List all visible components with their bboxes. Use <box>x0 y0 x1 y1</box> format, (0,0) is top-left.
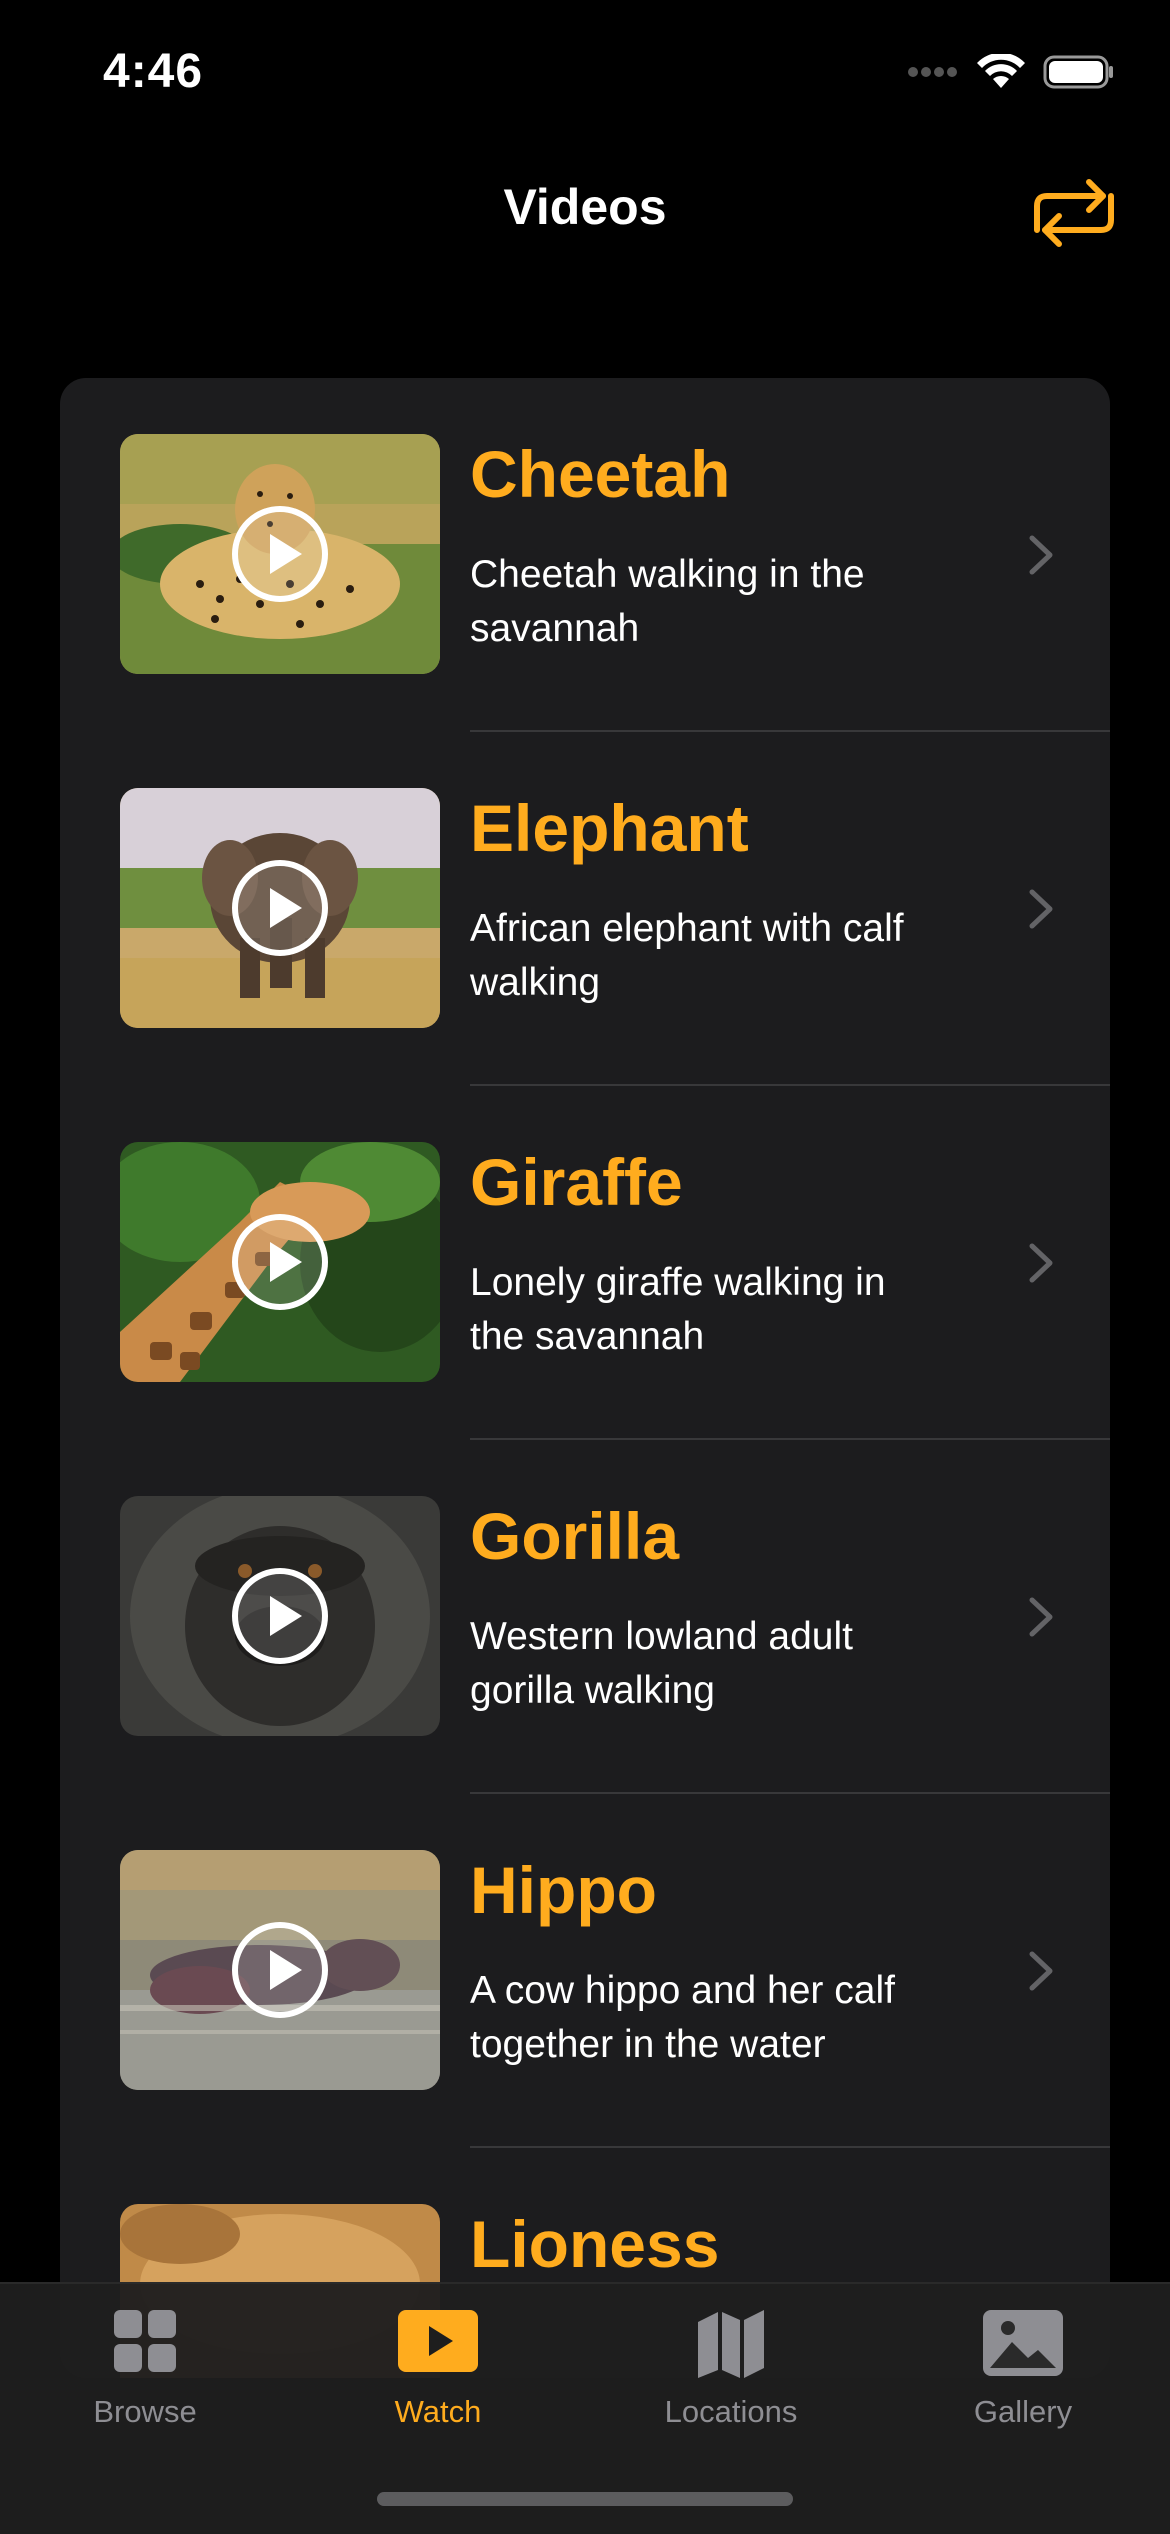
chevron-right-icon <box>1029 889 1053 929</box>
battery-icon <box>1043 55 1113 89</box>
shuffle-icon <box>1034 179 1114 247</box>
video-title: Hippo <box>470 1853 657 1927</box>
play-icon <box>232 1568 328 1664</box>
video-thumbnail <box>120 434 440 674</box>
tab-browse[interactable]: Browse <box>20 2308 270 2458</box>
video-title: Giraffe <box>470 1145 683 1219</box>
chevron-right-icon <box>1029 535 1053 575</box>
video-list: Cheetah Cheetah walking in the savannah <box>60 378 1110 2378</box>
video-description: Western lowland adult gorilla walking <box>470 1615 853 1712</box>
video-title: Elephant <box>470 791 749 865</box>
list-item[interactable]: Cheetah Cheetah walking in the savannah <box>60 378 1110 732</box>
tab-watch[interactable]: Watch <box>313 2308 563 2458</box>
tab-label: Locations <box>664 2394 798 2429</box>
play-rectangle-icon <box>398 2310 478 2372</box>
video-thumbnail <box>120 1496 440 1736</box>
shuffle-button[interactable] <box>1031 178 1117 248</box>
video-description: Cheetah walking in the savannah <box>470 553 865 650</box>
status-time: 4:46 <box>103 45 204 98</box>
play-icon <box>232 506 328 602</box>
video-thumbnail <box>120 788 440 1028</box>
chevron-right-icon <box>1029 1951 1053 1991</box>
video-thumbnail <box>120 1142 440 1382</box>
play-icon <box>232 860 328 956</box>
video-description: African elephant with calf walking <box>470 907 904 1004</box>
page-title: Videos <box>503 179 667 235</box>
status-bar: 4:46 <box>0 0 1170 140</box>
play-icon <box>232 1922 328 2018</box>
list-item[interactable]: Giraffe Lonely giraffe walking in the sa… <box>60 1086 1110 1440</box>
tab-locations[interactable]: Locations <box>606 2308 856 2458</box>
status-icons <box>907 52 1115 92</box>
tab-label: Gallery <box>973 2394 1073 2429</box>
photo-icon <box>983 2310 1063 2376</box>
list-item[interactable]: Elephant African elephant with calf walk… <box>60 732 1110 1086</box>
video-description: A cow hippo and her calf together in the… <box>470 1969 895 2066</box>
video-title: Gorilla <box>470 1499 680 1573</box>
grid-icon <box>114 2310 176 2372</box>
signal-icon <box>908 67 957 77</box>
navigation-bar: Videos <box>0 140 1170 270</box>
wifi-icon <box>977 54 1025 88</box>
tab-gallery[interactable]: Gallery <box>898 2308 1148 2458</box>
video-title: Lioness <box>470 2207 720 2281</box>
home-indicator <box>377 2492 793 2506</box>
chevron-right-icon <box>1029 1597 1053 1637</box>
video-title: Cheetah <box>470 437 731 511</box>
video-description: Lonely giraffe walking in the savannah <box>470 1261 886 1358</box>
list-item[interactable]: Hippo A cow hippo and her calf together … <box>60 1794 1110 2148</box>
tab-label: Browse <box>93 2394 197 2429</box>
chevron-right-icon <box>1029 1243 1053 1283</box>
play-icon <box>232 1214 328 1310</box>
map-icon <box>698 2310 764 2378</box>
list-item[interactable]: Gorilla Western lowland adult gorilla wa… <box>60 1440 1110 1794</box>
video-thumbnail <box>120 1850 440 2090</box>
tab-label: Watch <box>394 2394 482 2429</box>
